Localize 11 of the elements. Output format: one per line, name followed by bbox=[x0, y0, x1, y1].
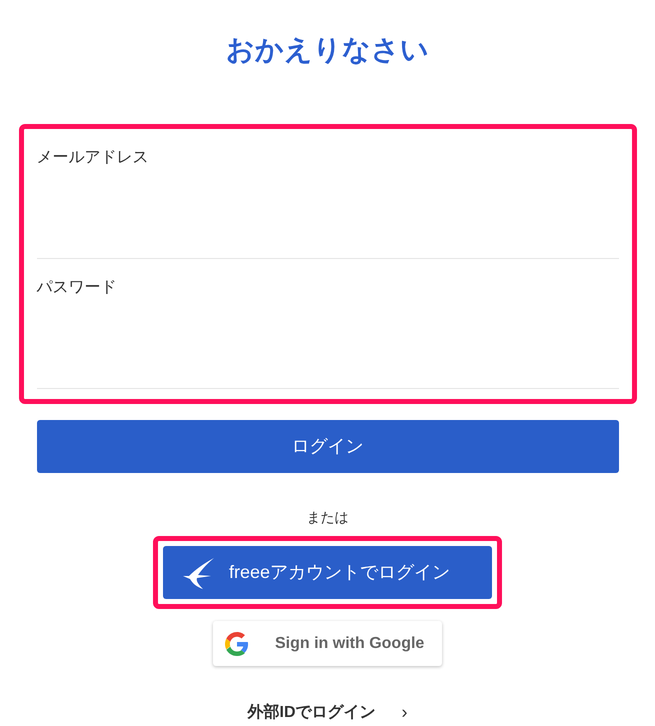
field-label: パスワード bbox=[36, 278, 118, 298]
input-field[interactable]: メールアドレス bbox=[36, 129, 618, 259]
freee-login-button[interactable]: freeeアカウントでログイン bbox=[163, 546, 492, 600]
page-title: おかえりなさい bbox=[226, 33, 429, 67]
separator-text: または bbox=[306, 508, 348, 528]
google-logo-icon bbox=[225, 632, 249, 656]
field-label: メールアドレス bbox=[36, 148, 150, 168]
login-button[interactable]: ログイン bbox=[36, 420, 618, 474]
google-sign-in-button[interactable]: Sign in with Google bbox=[213, 621, 442, 666]
external-id-link[interactable]: 外部IDでログイン › bbox=[248, 699, 408, 726]
input-field[interactable]: パスワード bbox=[36, 259, 618, 389]
